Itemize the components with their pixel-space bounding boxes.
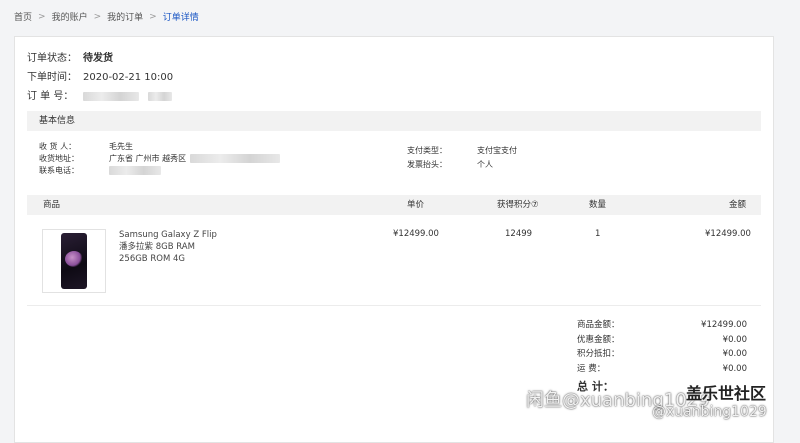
phone-redacted xyxy=(109,166,161,175)
col-product-header: 商品 xyxy=(43,200,61,210)
basic-info-title: 基本信息 xyxy=(39,116,76,126)
pay-type-value: 支付宝支付 xyxy=(477,146,517,155)
invoice-label: 发票抬头： xyxy=(407,160,447,169)
product-spec-color-ram: 潘多拉紫 8GB RAM xyxy=(119,242,195,252)
breadcrumb: 首页 > 我的账户 > 我的订单 > 订单详情 xyxy=(14,10,199,24)
receiver-row: 收 货 人： 毛先生 xyxy=(39,141,280,153)
col-points-header: 获得积分⑦ xyxy=(497,200,539,210)
phone-label: 联系电话： xyxy=(39,166,79,175)
watermark-brand: 盖乐世社区 xyxy=(686,384,767,403)
goods-amount-value: ¥12499.00 xyxy=(701,320,747,330)
address-redacted xyxy=(190,154,281,163)
points-deduction-row: 积分抵扣： ¥0.00 xyxy=(577,347,747,362)
product-name[interactable]: Samsung Galaxy Z Flip xyxy=(119,229,217,241)
product-spec-rom-network: 256GB ROM 4G xyxy=(119,254,185,264)
product-image[interactable] xyxy=(42,229,106,293)
breadcrumb-separator: > xyxy=(38,11,46,22)
points-deduction-label: 积分抵扣： xyxy=(577,349,620,359)
discount-value: ¥0.00 xyxy=(722,334,747,345)
order-number-row: 订 单 号： xyxy=(27,87,173,106)
receiver-value: 毛先生 xyxy=(109,142,133,151)
breadcrumb-orders-link[interactable]: 我的订单 xyxy=(107,10,143,23)
watermark-handle: @xuanbing1029 xyxy=(652,404,767,420)
order-summary: 订单状态： 待发货 下单时间： 2020-02-21 10:00 订 单 号： xyxy=(27,49,173,106)
breadcrumb-current: 订单详情 xyxy=(162,13,199,23)
item-points: 12499 xyxy=(505,229,533,239)
goods-amount-row: 商品金额： ¥12499.00 xyxy=(577,318,747,333)
col-price-header: 单价 xyxy=(407,200,425,210)
points-deduction-value: ¥0.00 xyxy=(722,349,747,359)
product-details: Samsung Galaxy Z Flip 潘多拉紫 8GB RAM 256GB… xyxy=(119,229,217,265)
breadcrumb-separator: > xyxy=(149,11,157,22)
table-divider xyxy=(27,305,761,306)
phone-thumbnail xyxy=(61,233,87,289)
order-number-redacted xyxy=(83,87,173,106)
receiver-label: 收 货 人： xyxy=(39,142,77,151)
order-time-label: 下单时间： xyxy=(27,72,77,83)
col-amount-header: 金额 xyxy=(729,200,747,210)
item-unit-price: ¥12499.00 xyxy=(393,229,439,239)
shipping-value: ¥0.00 xyxy=(722,363,747,374)
discount-row: 优惠金额： ¥0.00 xyxy=(577,333,747,348)
breadcrumb-separator: > xyxy=(93,11,102,22)
order-status-value: 待发货 xyxy=(83,53,113,64)
basic-info-header: 基本信息 xyxy=(27,111,761,131)
invoice-row: 发票抬头： 个人 xyxy=(407,159,517,173)
order-status-row: 订单状态： 待发货 xyxy=(27,49,173,68)
payment-info: 支付类型： 支付宝支付 发票抬头： 个人 xyxy=(407,145,517,173)
invoice-value: 个人 xyxy=(477,160,493,169)
address-value: 广东省 广州市 越秀区 xyxy=(109,154,187,163)
order-status-label: 订单状态： xyxy=(27,53,77,64)
goods-amount-label: 商品金额： xyxy=(577,320,620,330)
item-quantity: 1 xyxy=(595,229,601,239)
order-number-label: 订 单 号： xyxy=(27,91,74,102)
address-row: 收货地址： 广东省 广州市 越秀区 xyxy=(39,153,281,165)
shipping-label: 运 费： xyxy=(577,363,606,374)
item-amount: ¥12499.00 xyxy=(705,229,751,239)
goods-table-header: 商品 单价 获得积分⑦ 数量 金额 xyxy=(27,195,761,215)
breadcrumb-account-link[interactable]: 我的账户 xyxy=(52,10,88,23)
shipping-row: 运 费： ¥0.00 xyxy=(577,362,747,377)
discount-label: 优惠金额： xyxy=(577,334,620,345)
order-detail-card: 订单状态： 待发货 下单时间： 2020-02-21 10:00 订 单 号： … xyxy=(14,36,774,443)
breadcrumb-home-link[interactable]: 首页 xyxy=(14,10,32,23)
pay-type-label: 支付类型： xyxy=(407,146,447,155)
address-label: 收货地址： xyxy=(39,154,79,163)
pay-type-row: 支付类型： 支付宝支付 xyxy=(407,145,517,159)
phone-row: 联系电话： xyxy=(39,165,280,177)
col-qty-header: 数量 xyxy=(589,200,607,210)
shipping-info: 收 货 人： 毛先生 收货地址： 广东省 广州市 越秀区 联系电话： xyxy=(39,141,281,177)
order-time-value: 2020-02-21 10:00 xyxy=(83,72,174,83)
order-time-row: 下单时间： 2020-02-21 10:00 xyxy=(27,68,173,87)
